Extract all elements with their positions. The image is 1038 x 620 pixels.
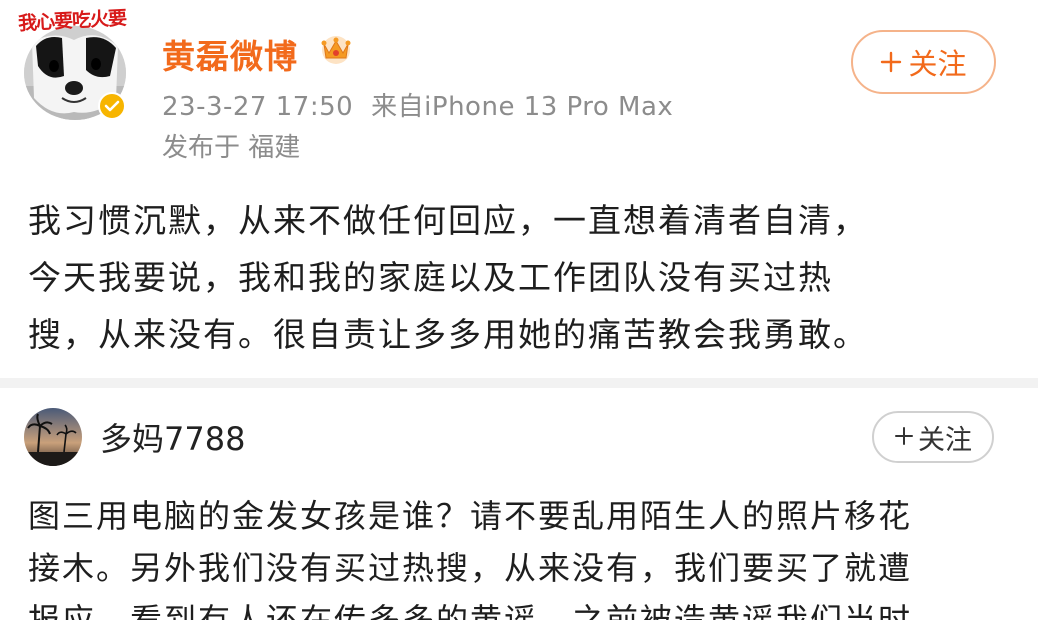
follow-button[interactable]: 关注 bbox=[851, 30, 996, 94]
comment-body-line: 报应。看到有人还在传多多的黄谣，之前被造黄谣我们当时 bbox=[28, 601, 913, 620]
post-source: 来自iPhone 13 Pro Max bbox=[371, 92, 674, 122]
post-body-line: 我习惯沉默，从来不做任何回应，一直想着清者自清， bbox=[28, 201, 868, 240]
post-meta: 23-3-27 17:50 来自iPhone 13 Pro Max bbox=[162, 86, 673, 123]
follow-label: 关注 bbox=[908, 47, 967, 81]
comment-body-text: 图三用电脑的金发女孩是谁？请不要乱用陌生人的照片移花 接木。另外我们没有买过热搜… bbox=[28, 490, 1018, 620]
avatar-stamp-text: 我心要吃火要 bbox=[17, 7, 127, 35]
plus-icon bbox=[894, 422, 914, 453]
comment-follow-button[interactable]: 关注 bbox=[872, 411, 994, 463]
post-timestamp: 23-3-27 17:50 bbox=[162, 92, 354, 122]
post-location: 发布于 福建 bbox=[162, 133, 301, 163]
commenter-avatar[interactable] bbox=[24, 408, 82, 466]
follow-label: 关注 bbox=[918, 424, 972, 456]
post-body-line: 搜，从来没有。很自责让多多用她的痛苦教会我勇敢。 bbox=[28, 315, 868, 354]
plus-icon bbox=[880, 43, 902, 81]
post-body-line: 今天我要说，我和我的家庭以及工作团队没有买过热 bbox=[28, 258, 833, 297]
commenter-username[interactable]: 多妈7788 bbox=[100, 414, 245, 460]
comment-body-line: 接木。另外我们没有买过热搜，从来没有，我们要买了就遭 bbox=[28, 549, 913, 587]
post-body-text: 我习惯沉默，从来不做任何回应，一直想着清者自清， 今天我要说，我和我的家庭以及工… bbox=[28, 192, 1018, 363]
comment-body-line: 图三用电脑的金发女孩是谁？请不要乱用陌生人的照片移花 bbox=[28, 497, 913, 535]
verified-badge-icon bbox=[98, 92, 126, 120]
author-username[interactable]: 黄磊微博 bbox=[162, 30, 298, 78]
vip-crown-icon bbox=[318, 33, 354, 69]
weibo-post-card: 我心要吃火要 黄磊微博 23-3-27 17:50 来自iPhone 13 Pro… bbox=[0, 0, 1038, 378]
